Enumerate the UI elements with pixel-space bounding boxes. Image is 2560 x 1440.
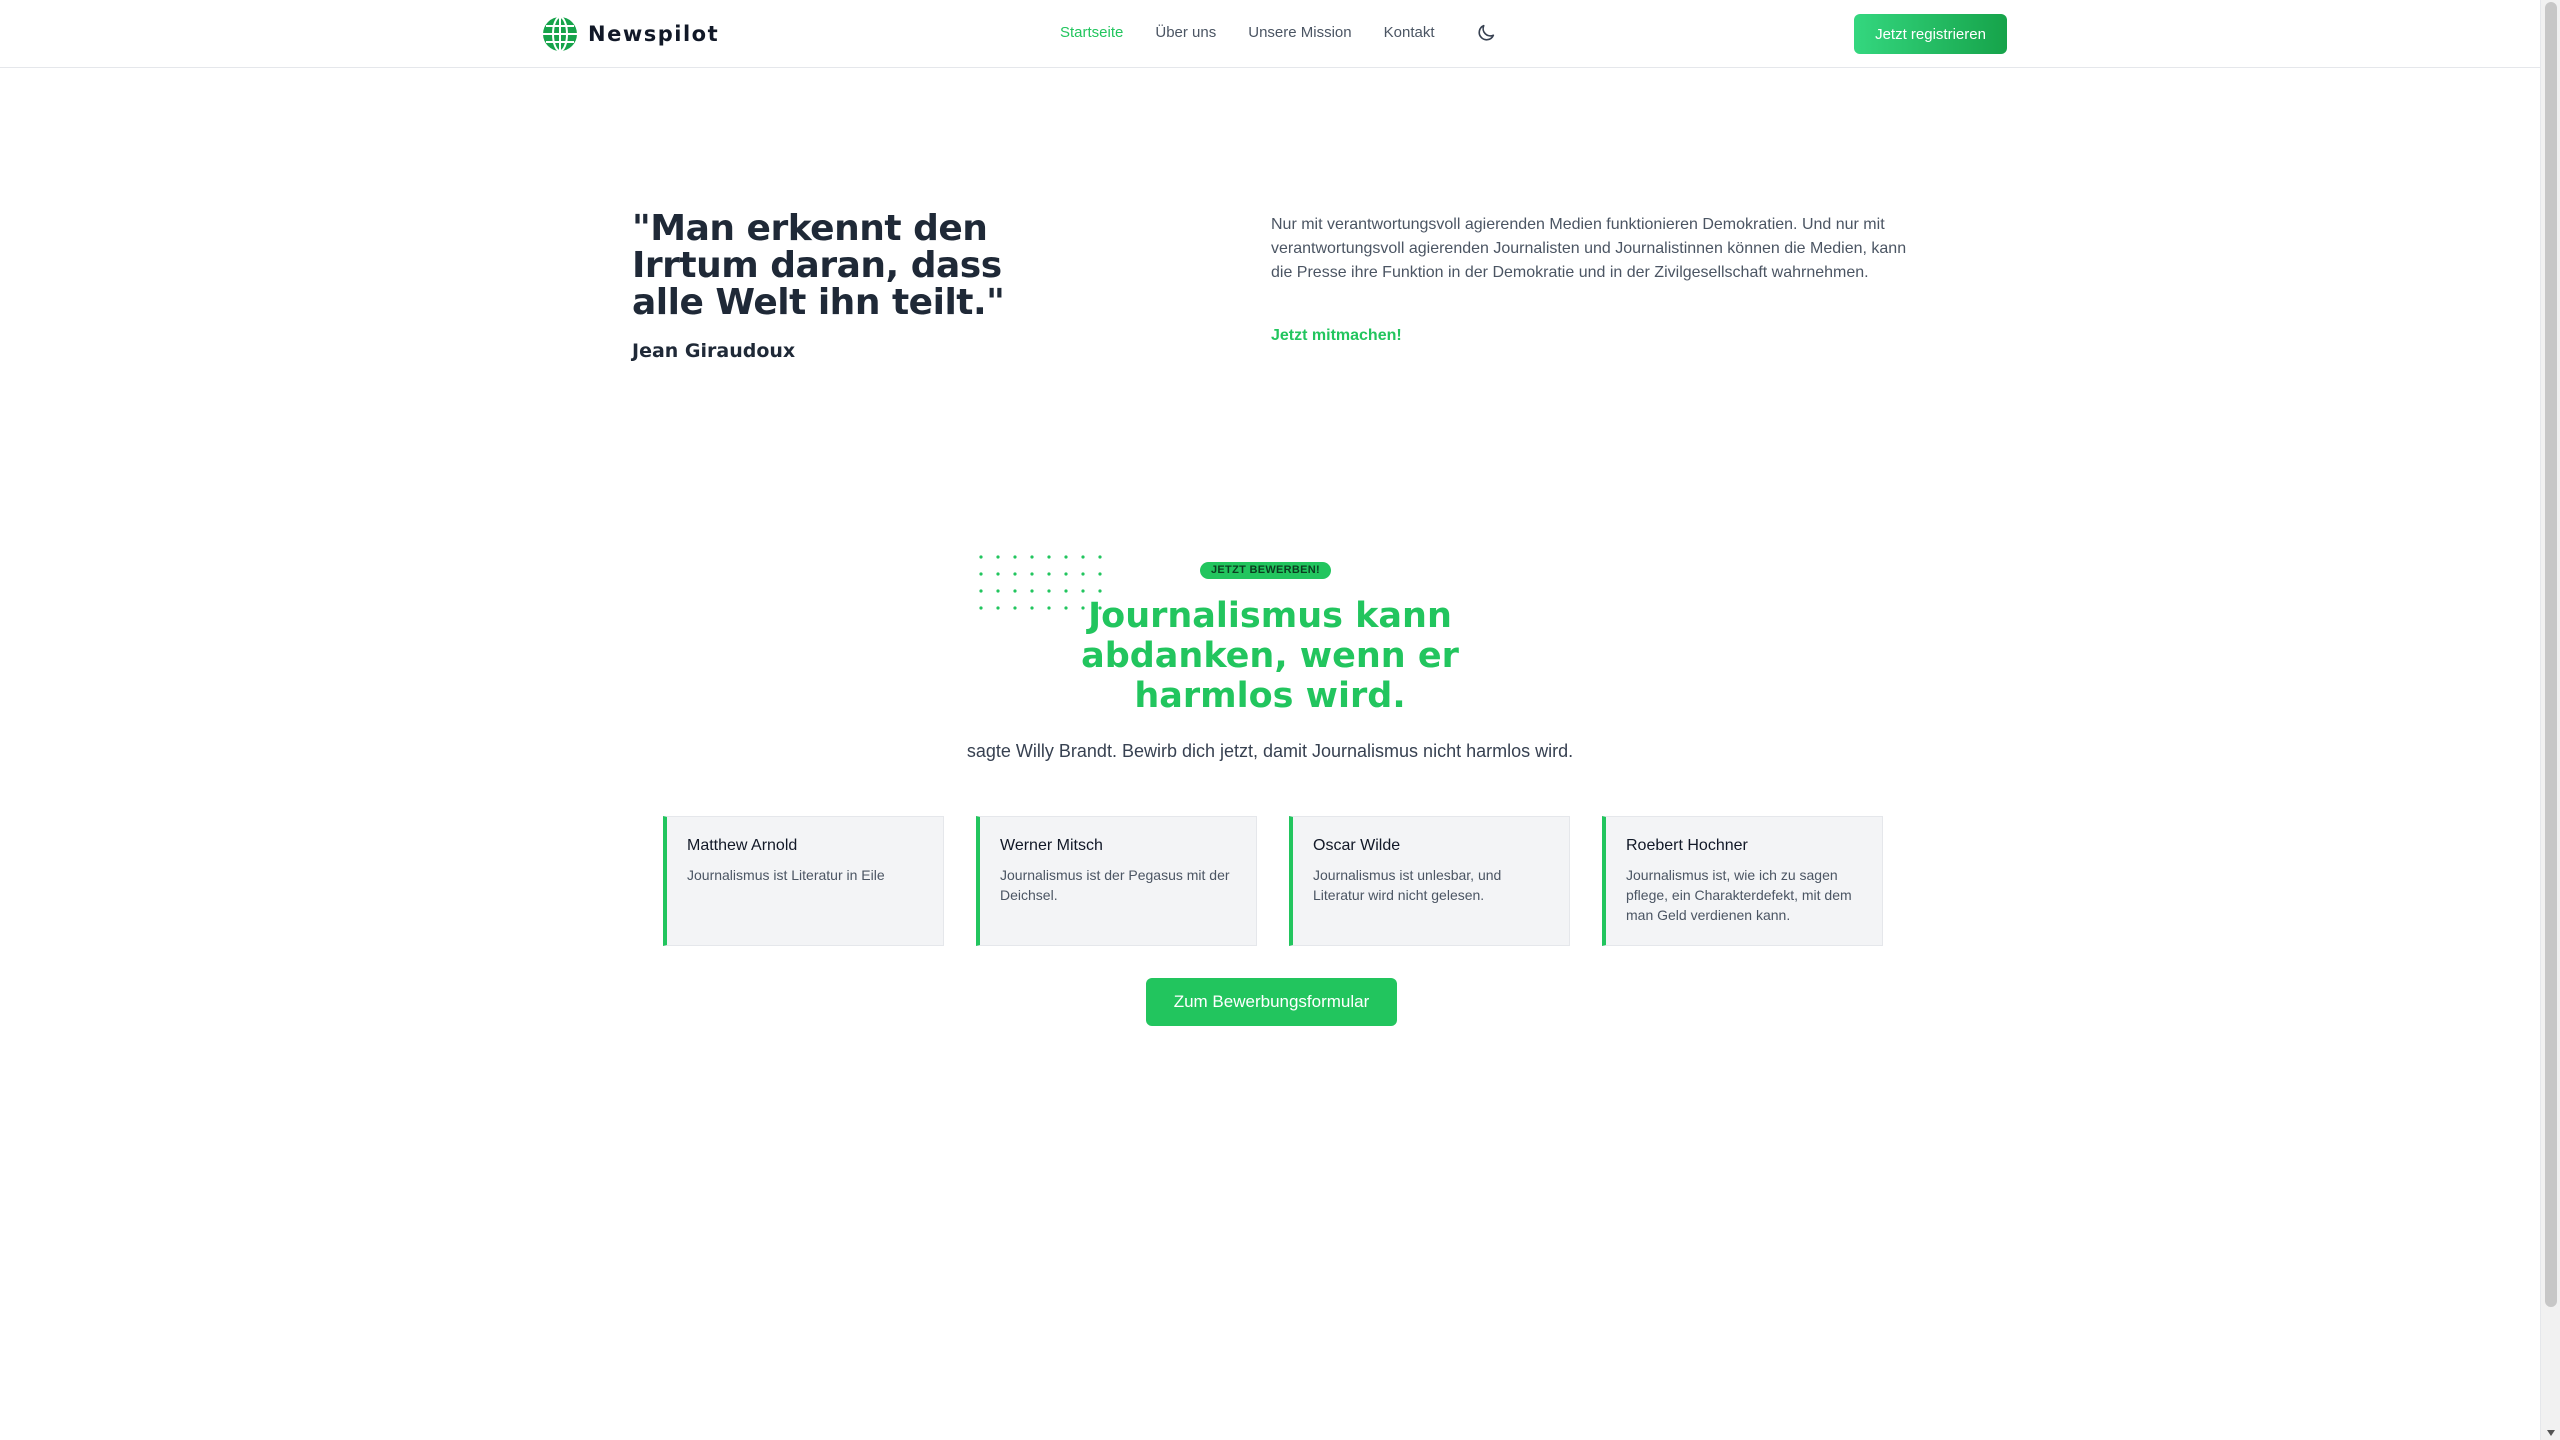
hero-quote-author: Jean Giraudoux: [632, 340, 796, 362]
scrollbar-thumb[interactable]: [2545, 2, 2557, 1307]
dot: [1030, 555, 1034, 559]
dot: [979, 572, 983, 576]
scroll-down-arrow-icon[interactable]: [2547, 1430, 2555, 1436]
top-navbar: Newspilot Startseite Über uns Unsere Mis…: [0, 0, 2540, 68]
dot: [1081, 572, 1085, 576]
dot: [1013, 606, 1017, 610]
dot: [1013, 572, 1017, 576]
dot: [1030, 606, 1034, 610]
dot: [1047, 572, 1051, 576]
dot: [996, 589, 1000, 593]
globe-icon: [543, 16, 577, 52]
nav-link-ueber-uns[interactable]: Über uns: [1155, 24, 1216, 41]
card-author: Matthew Arnold: [687, 837, 798, 854]
nav-link-startseite[interactable]: Startseite: [1060, 24, 1123, 41]
dot: [1047, 589, 1051, 593]
card-author: Werner Mitsch: [1000, 837, 1103, 854]
section-subtitle: sagte Willy Brandt. Bewirb dich jetzt, d…: [966, 741, 1574, 761]
dot: [1064, 572, 1068, 576]
dot: [1081, 589, 1085, 593]
dot: [979, 606, 983, 610]
dot: [1064, 555, 1068, 559]
card-author: Oscar Wilde: [1313, 837, 1401, 854]
card-quote: Journalismus ist der Pegasus mit der Dei…: [1000, 867, 1230, 903]
quote-card: Oscar Wilde Journalismus ist unlesbar, u…: [1289, 816, 1570, 946]
hero-quote: "Man erkennt den Irrtum daran, dass alle…: [632, 208, 1005, 323]
nav-link-kontakt[interactable]: Kontakt: [1384, 24, 1435, 41]
dot: [996, 555, 1000, 559]
quote-card: Roebert Hochner Journalismus ist, wie ic…: [1602, 816, 1883, 946]
dot: [979, 555, 983, 559]
brand-link[interactable]: Newspilot: [542, 16, 719, 52]
dot: [1081, 555, 1085, 559]
brand-name: Newspilot: [588, 22, 720, 46]
nav-link-mission[interactable]: Unsere Mission: [1248, 24, 1351, 41]
card-quote: Journalismus ist, wie ich zu sagen pfleg…: [1626, 867, 1852, 923]
quote-card: Matthew Arnold Journalismus ist Literatu…: [663, 816, 944, 946]
quote-card: Werner Mitsch Journalismus ist der Pegas…: [976, 816, 1257, 946]
dot: [1030, 589, 1034, 593]
dot: [1064, 589, 1068, 593]
dot: [1047, 555, 1051, 559]
dot: [1098, 589, 1102, 593]
dot: [996, 572, 1000, 576]
hero-description: Nur mit verantwortungsvoll agierenden Me…: [1271, 216, 1907, 281]
dot: [1013, 555, 1017, 559]
card-author: Roebert Hochner: [1626, 837, 1748, 854]
join-link[interactable]: Jetzt mitmachen!: [1271, 327, 1402, 345]
section-title: Journalismus kann abdanken, wenn er harm…: [1081, 596, 1459, 716]
moon-icon[interactable]: [1475, 22, 1497, 44]
main-nav: Startseite Über uns Unsere Mission Konta…: [1060, 24, 1467, 41]
dot: [1098, 572, 1102, 576]
page-scrollbar[interactable]: [2540, 0, 2560, 1440]
register-button[interactable]: Jetzt registrieren: [1854, 14, 2007, 54]
dot: [996, 606, 1000, 610]
apply-badge: JETZT BEWERBEN!: [1200, 562, 1331, 579]
dot: [979, 589, 983, 593]
dot: [1098, 555, 1102, 559]
dot: [1013, 589, 1017, 593]
card-quote: Journalismus ist Literatur in Eile: [687, 867, 885, 883]
application-form-button[interactable]: Zum Bewerbungsformular: [1146, 978, 1397, 1026]
dot: [1030, 572, 1034, 576]
quote-cards: Matthew Arnold Journalismus ist Literatu…: [663, 816, 1883, 946]
card-quote: Journalismus ist unlesbar, und Literatur…: [1313, 867, 1502, 903]
